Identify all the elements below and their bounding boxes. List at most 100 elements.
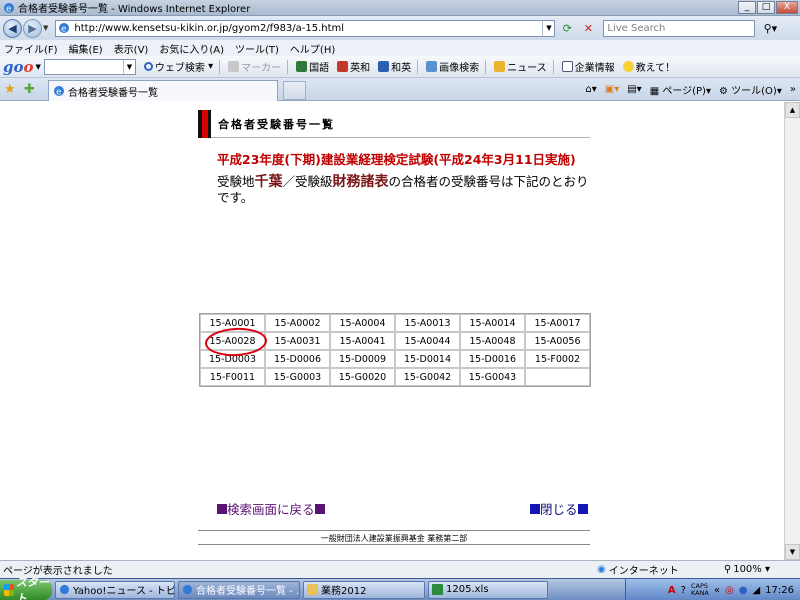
zoom-icon: ⚲ [723, 564, 732, 575]
table-cell: 15-G0020 [330, 368, 395, 386]
goo-menu-dropdown-icon[interactable]: ▼ [36, 63, 41, 71]
footer-text: 一般財団法人建設業振興基金 業務第二部 [320, 534, 468, 543]
marker-icon [228, 61, 240, 72]
eiwa-button[interactable]: 英和 [337, 59, 370, 74]
table-cell: 15-D0014 [395, 350, 460, 368]
ie-icon: e [4, 2, 14, 14]
menu-edit[interactable]: 編集(E) [69, 41, 103, 56]
table-cell: 15-G0042 [395, 368, 460, 386]
goo-input-dropdown-icon[interactable]: ▼ [122, 59, 135, 74]
page-title: 合格者受験番号一覧 [218, 118, 335, 131]
tab-title: 合格者受験番号一覧 [68, 87, 158, 99]
status-bar: ページが表示されました ◉ インターネット ⚲ 100% ▾ [0, 560, 800, 578]
table-cell: 15-F0011 [200, 368, 265, 386]
table-cell [525, 368, 590, 386]
url-field[interactable]: e http://www.kensetsu-kikin.or.jp/gyom2/… [55, 19, 556, 37]
url-dropdown-icon[interactable]: ▼ [542, 20, 554, 36]
help-icon[interactable]: ? [681, 585, 686, 596]
description: 受験地千葉／受験級財務諸表の合格者の受験番号は下記のとおりです。 [217, 174, 589, 205]
search-icon[interactable]: ⚲▾ [757, 20, 783, 37]
taskbar-item-folder[interactable]: 業務2012 [303, 580, 425, 599]
goo-search-input[interactable]: ▼ [43, 58, 136, 75]
taskbar-item-excel[interactable]: 1205.xls [428, 580, 548, 599]
menu-file[interactable]: ファイル(F) [4, 41, 58, 56]
print-icon[interactable]: ▤▾ [627, 84, 641, 95]
refresh-icon[interactable]: ⟳ [558, 20, 576, 37]
svg-text:e: e [56, 88, 62, 98]
menu-help[interactable]: ヘルプ(H) [290, 41, 335, 56]
table-cell: 15-A0041 [330, 332, 395, 350]
toolbar-separator [485, 59, 487, 74]
tray-expand-icon[interactable]: « [714, 585, 720, 596]
feeds-icon[interactable]: ▣▾ [605, 84, 619, 95]
scroll-down-icon[interactable]: ▼ [785, 544, 800, 560]
tab-current[interactable]: e 合格者受験番号一覧 [48, 80, 278, 101]
tray-app-icon[interactable]: ◎ [725, 585, 734, 596]
command-bar: ⌂▾ ▣▾ ▤▾ ▦ ページ(P)▾ ⚙ ツール(O)▾ » [585, 82, 796, 97]
close-window-link[interactable]: 閉じる [530, 499, 588, 518]
table-cell: 15-A0031 [265, 332, 330, 350]
caps-kana-indicator: CAPS KANA [690, 582, 709, 597]
volume-icon[interactable]: ◢ [752, 585, 760, 596]
search-input[interactable]: Live Search [603, 19, 756, 37]
taskbar-item-results[interactable]: 合格者受験番号一覧 - ... [178, 580, 300, 599]
table-cell: 15-D0009 [330, 350, 395, 368]
clock[interactable]: 17:26 [765, 585, 794, 596]
taskbar-item-yahoo[interactable]: Yahoo!ニュース - トピックス... [55, 580, 175, 599]
window-titlebar: e 合格者受験番号一覧 - Windows Internet Explorer … [0, 0, 800, 16]
minimize-button[interactable]: _ [738, 1, 756, 14]
table-cell: 15-F0002 [525, 350, 590, 368]
start-button[interactable]: スタート [0, 576, 52, 600]
close-button[interactable]: X [776, 1, 798, 14]
home-icon[interactable]: ⌂▾ [585, 84, 596, 95]
svg-text:e: e [61, 25, 67, 35]
marker-button[interactable]: マーカー [228, 59, 281, 74]
ime-icon[interactable]: A [668, 585, 676, 596]
forward-button[interactable]: ▶ [23, 18, 42, 38]
scroll-up-icon[interactable]: ▲ [785, 102, 800, 118]
tray-app-icon[interactable]: ● [739, 585, 748, 596]
company-info-button[interactable]: 企業情報 [561, 59, 615, 74]
image-search-icon [426, 61, 438, 72]
web-search-button[interactable]: ウェブ検索 ▾ [143, 59, 213, 74]
oshiete-button[interactable]: 教えて！ [622, 59, 675, 74]
ie-icon: e [54, 86, 64, 98]
waei-button[interactable]: 和英 [378, 59, 411, 74]
svg-text:e: e [6, 4, 12, 14]
image-search-button[interactable]: 画像検索 [426, 59, 479, 74]
globe-icon: ◉ [597, 564, 606, 575]
table-cell: 15-A0056 [525, 332, 590, 350]
goo-logo[interactable]: goo [3, 58, 34, 76]
table-cell: 15-D0006 [265, 350, 330, 368]
stop-icon[interactable]: ✕ [579, 20, 597, 37]
toolbar-separator [552, 59, 554, 74]
document-icon [561, 61, 573, 72]
history-dropdown-icon[interactable]: ▼ [43, 24, 48, 32]
tools-menu[interactable]: ⚙ ツール(O)▾ [719, 82, 782, 97]
square-bullet-icon [577, 503, 588, 514]
exam-title: 平成23年度(下期)建設業経理検定試験(平成24年3月11日実施) [217, 152, 576, 167]
new-tab-button[interactable] [283, 81, 306, 100]
table-cell: 15-D0016 [460, 350, 525, 368]
menu-view[interactable]: 表示(V) [114, 41, 149, 56]
zoom-control[interactable]: ⚲ 100% ▾ [724, 564, 770, 575]
pencil-icon [494, 61, 506, 72]
kokugo-button[interactable]: 国語 [296, 59, 329, 74]
add-favorites-icon[interactable]: ✚ [24, 82, 35, 97]
table-cell: 15-A0004 [330, 314, 395, 332]
toolbar-separator [417, 59, 419, 74]
menu-favorites[interactable]: お気に入り(A) [159, 41, 224, 56]
chevron-icon[interactable]: » [790, 84, 796, 95]
menu-tools[interactable]: ツール(T) [235, 41, 279, 56]
tab-bar: ★ ✚ e 合格者受験番号一覧 ⌂▾ ▣▾ ▤▾ ▦ ページ(P)▾ ⚙ ツール… [0, 78, 800, 101]
back-button[interactable]: ◀ [3, 18, 22, 38]
vertical-scrollbar[interactable]: ▲ ▼ [784, 102, 800, 560]
footer-divider [198, 530, 590, 531]
goo-toolbar: goo ▼ ▼ ウェブ検索 ▾ マーカー 国語 英和 和英 画像検索 ニュース … [0, 56, 800, 78]
url-text[interactable]: http://www.kensetsu-kikin.or.jp/gyom2/f9… [74, 23, 542, 34]
maximize-button[interactable]: □ [757, 1, 775, 14]
back-to-search-link[interactable]: 検索画面に戻る [217, 499, 325, 518]
page-menu[interactable]: ▦ ページ(P)▾ [650, 82, 711, 97]
news-button[interactable]: ニュース [494, 59, 547, 74]
favorites-star-icon[interactable]: ★ [4, 82, 16, 97]
